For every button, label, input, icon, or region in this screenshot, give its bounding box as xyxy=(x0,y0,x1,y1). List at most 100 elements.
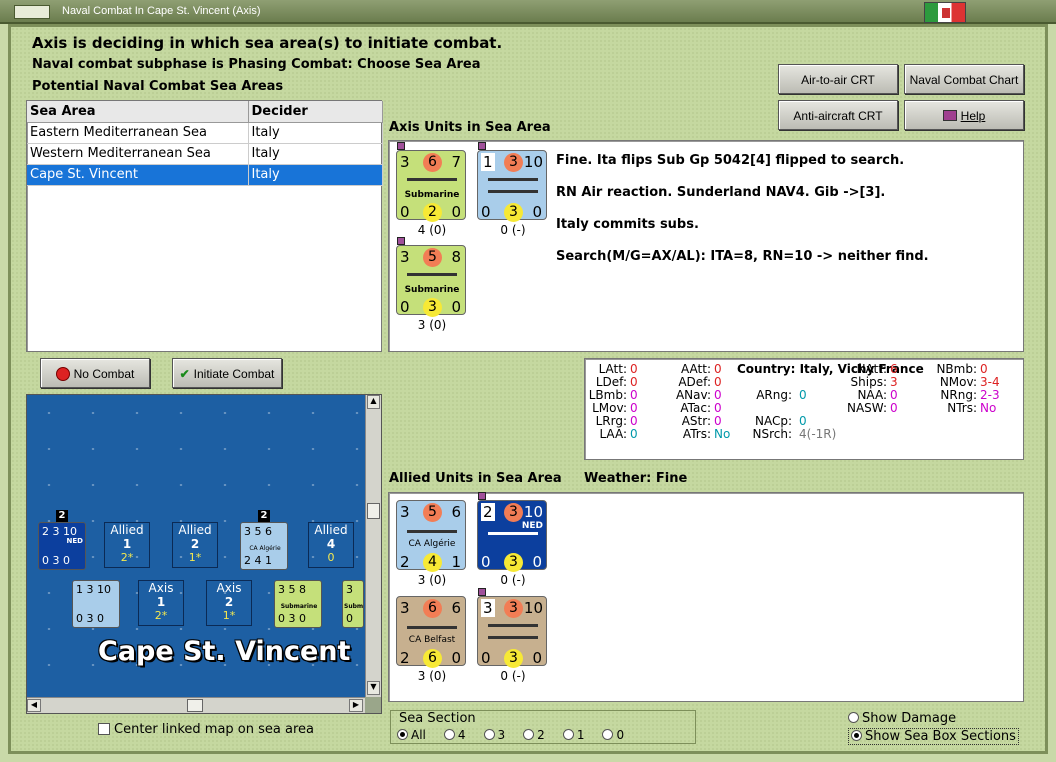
allied-counter-ca-algerie[interactable]: 3 5 6 CA Algérie 2 4 1 3 (0) xyxy=(396,500,466,587)
center-linked-map-checkbox[interactable]: Center linked map on sea area xyxy=(98,722,314,737)
map-vertical-scrollbar[interactable]: ▲ ▼ xyxy=(365,395,381,697)
stat-label: NBmb: xyxy=(936,362,977,376)
log-line: RN Air reaction. Sunderland NAV4. Gib ->… xyxy=(556,185,886,200)
stat-label: NASW: xyxy=(846,401,887,415)
scroll-down-icon[interactable]: ▼ xyxy=(367,681,380,695)
window-menu-icon[interactable] xyxy=(14,5,50,19)
stat-label: ARng: xyxy=(756,388,792,402)
stat-value: 0 xyxy=(630,414,638,428)
submarine-icon xyxy=(407,173,457,181)
stat-label: LAtt: xyxy=(598,362,627,376)
scroll-left-icon[interactable]: ◀ xyxy=(27,699,41,712)
axis-counter-transport[interactable]: 1 3 10 0 3 0 0 (-) xyxy=(477,150,547,237)
stat-value: 3 xyxy=(890,375,898,389)
stat-value: 0 xyxy=(714,414,722,428)
cruiser-icon xyxy=(407,525,457,533)
sea-section-radio[interactable]: 2 xyxy=(523,728,545,742)
show-sea-box-sections-option[interactable]: Show Sea Box Sections xyxy=(848,728,1019,745)
radio-icon[interactable] xyxy=(848,712,859,723)
stat-label: LDef: xyxy=(595,375,627,389)
map-counter-transport[interactable]: 1 3 10 0 3 0 xyxy=(72,580,120,628)
vertical-scroll-thumb[interactable] xyxy=(367,503,380,519)
sea-box-allied-1[interactable]: Allied 1 2* xyxy=(104,522,150,568)
map-horizontal-scrollbar[interactable]: ◀ ▶ xyxy=(27,697,365,713)
stat-label: LBmb: xyxy=(588,388,627,402)
allied-counter-transport[interactable]: 3 3 10 0 3 0 0 (-) xyxy=(477,596,547,683)
air-to-air-crt-button[interactable]: Air-to-air CRT xyxy=(778,64,898,94)
checkbox-icon[interactable] xyxy=(98,723,110,735)
log-line: Italy commits subs. xyxy=(556,217,699,232)
stat-label: LMov: xyxy=(592,401,627,415)
stack-count-badge: 2 xyxy=(258,510,270,522)
sea-section-radio[interactable]: 3 xyxy=(483,728,505,742)
sea-section-radio[interactable]: 1 xyxy=(562,728,584,742)
axis-counter-submarine-1[interactable]: 3 6 7 Submarine 0 2 0 4 (0) xyxy=(396,150,466,237)
stat-value: 2-3 xyxy=(980,388,1000,402)
horizontal-scroll-thumb[interactable] xyxy=(187,699,203,712)
weather-label: Weather: Fine xyxy=(584,471,688,486)
log-line: Search(M/G=AX/AL): ITA=8, RN=10 -> neith… xyxy=(556,249,929,264)
stat-label: LRrg: xyxy=(595,414,627,428)
sea-box-axis-1[interactable]: Axis 1 2* xyxy=(138,580,184,626)
book-icon xyxy=(942,110,957,121)
scroll-right-icon[interactable]: ▶ xyxy=(349,699,363,712)
allied-counter-ned[interactable]: 2 3 10 NED 0 3 0 0 (-) xyxy=(477,500,547,587)
sea-box-allied-4[interactable]: Allied 4 0 xyxy=(308,522,354,568)
radio-icon[interactable] xyxy=(397,729,408,740)
ship-icon xyxy=(488,185,538,193)
table-row-selected[interactable]: Cape St. Vincent Italy xyxy=(27,164,383,186)
scroll-up-icon[interactable]: ▲ xyxy=(367,395,380,409)
stat-label: NRng: xyxy=(940,388,977,402)
stat-value: No xyxy=(714,427,731,441)
radio-icon[interactable] xyxy=(562,729,574,740)
naval-combat-chart-button[interactable]: Naval Combat Chart xyxy=(904,64,1024,94)
stat-label: AStr: xyxy=(681,414,711,428)
stat-value: 0 xyxy=(630,427,638,441)
sea-area-table-panel: Sea Area Decider Eastern Mediterranean S… xyxy=(26,100,383,352)
axis-counter-submarine-2[interactable]: 3 5 8 Submarine 0 3 0 3 (0) xyxy=(396,245,466,332)
stat-label: LAA: xyxy=(599,427,627,441)
map-counter-submarine-partial[interactable]: 3 Subm 0 xyxy=(342,580,364,628)
stat-value: 0 xyxy=(799,388,807,402)
status-line: Axis is deciding in which sea area(s) to… xyxy=(32,34,503,52)
title-bar: Naval Combat In Cape St. Vincent (Axis) xyxy=(0,0,1056,24)
sea-section-radio[interactable]: 0 xyxy=(602,728,624,742)
table-row[interactable]: Eastern Mediterranean Sea Italy xyxy=(27,122,383,144)
no-combat-button[interactable]: No Combat xyxy=(40,358,150,388)
sea-section-radio[interactable]: All xyxy=(397,728,426,742)
stat-label: NSrch: xyxy=(752,427,792,441)
initiate-combat-button[interactable]: ✔ Initiate Combat xyxy=(172,358,282,388)
ship-icon xyxy=(488,619,538,627)
map-counter-ned[interactable]: 2 3 10 NED 0 3 0 xyxy=(38,522,86,570)
allied-units-label: Allied Units in Sea Area xyxy=(389,471,562,486)
radio-icon[interactable] xyxy=(443,729,455,740)
radio-icon[interactable] xyxy=(851,730,862,741)
sea-box-axis-2[interactable]: Axis 2 1* xyxy=(206,580,252,626)
map-counter-ca-algerie[interactable]: 3 5 6 CA Algérie 2 4 1 xyxy=(240,522,288,570)
column-header-decider[interactable]: Decider xyxy=(248,101,383,123)
anti-aircraft-crt-button[interactable]: Anti-aircraft CRT xyxy=(778,100,898,130)
stat-value: 0 xyxy=(630,375,638,389)
help-button[interactable]: Help xyxy=(904,100,1024,130)
table-row[interactable]: Western Mediterranean Sea Italy xyxy=(27,143,383,165)
submarine-icon xyxy=(407,268,457,276)
stat-label: Ships: xyxy=(850,375,887,389)
column-header-sea-area[interactable]: Sea Area xyxy=(27,101,249,123)
no-entry-icon xyxy=(55,367,70,381)
ship-icon xyxy=(488,631,538,639)
stat-value: 0 xyxy=(630,362,638,376)
radio-icon[interactable] xyxy=(483,729,495,740)
show-damage-option[interactable]: Show Damage xyxy=(848,711,956,726)
radio-icon[interactable] xyxy=(523,729,535,740)
radio-icon[interactable] xyxy=(602,729,614,740)
stat-value: 4(-1R) xyxy=(799,427,837,441)
sea-section-options: All 4 3 2 1 0 xyxy=(397,728,642,742)
sea-box-allied-2[interactable]: Allied 2 1* xyxy=(172,522,218,568)
stat-label: NAA: xyxy=(857,388,887,402)
sea-area-name: Cape St. Vincent xyxy=(98,636,351,667)
unit-marker-icon xyxy=(397,142,405,150)
stat-value: 0 xyxy=(714,388,722,402)
sea-section-radio[interactable]: 4 xyxy=(443,728,466,742)
map-counter-submarine[interactable]: 3 5 8 Submarine 0 3 0 xyxy=(274,580,322,628)
allied-counter-ca-belfast[interactable]: 3 6 6 CA Belfast 2 6 0 3 (0) xyxy=(396,596,466,683)
